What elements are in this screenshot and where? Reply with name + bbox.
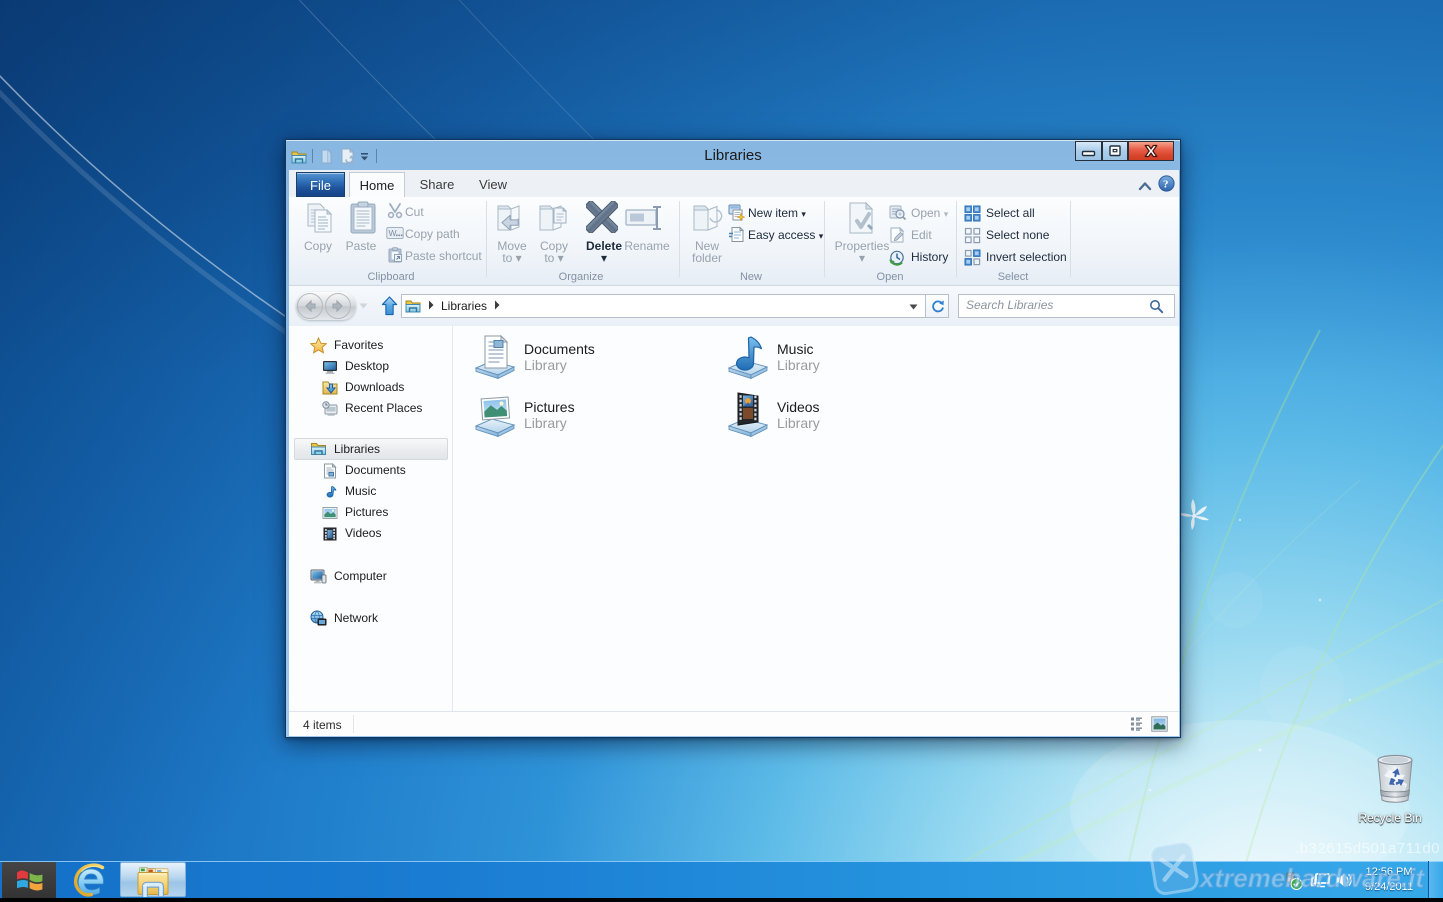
svg-text:?: ? [1163, 179, 1169, 191]
svg-text:W: W [389, 228, 397, 238]
